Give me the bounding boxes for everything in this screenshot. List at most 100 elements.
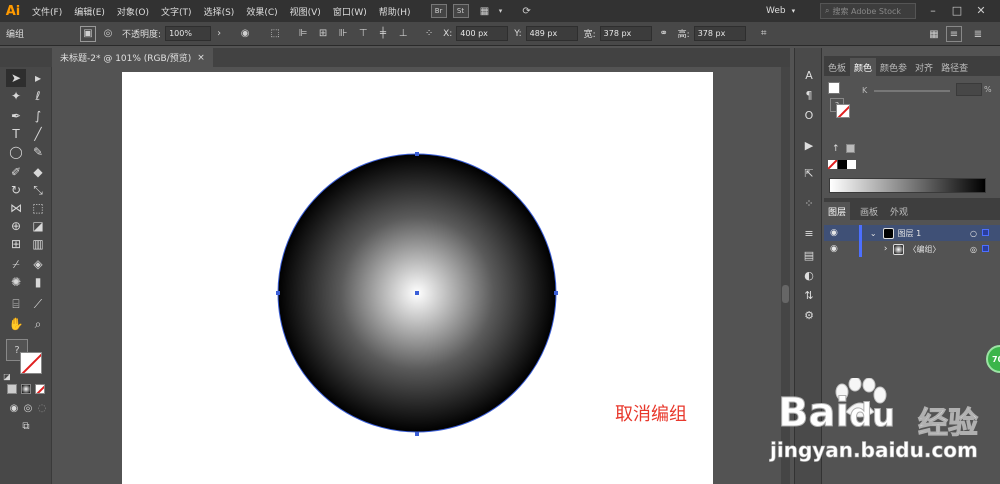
- artboard-tool-icon[interactable]: ⌸: [6, 295, 26, 313]
- tab-align[interactable]: 对齐: [911, 58, 937, 76]
- tab-appearance[interactable]: 外观: [886, 202, 912, 220]
- panel-menu-icon[interactable]: ≡: [946, 26, 962, 42]
- color-mode-button[interactable]: [7, 384, 17, 394]
- opacity-input[interactable]: 100%: [165, 26, 212, 41]
- align-right-icon[interactable]: ⊪: [335, 26, 351, 42]
- white-swatch[interactable]: [847, 160, 856, 169]
- rotate-tool-icon[interactable]: ↻: [6, 181, 26, 199]
- anchor-point-right[interactable]: [554, 291, 558, 295]
- stroke-swatch[interactable]: [20, 352, 42, 374]
- style-icon[interactable]: ◉: [237, 26, 253, 42]
- black-swatch[interactable]: [838, 160, 847, 169]
- symbol-sprayer-tool-icon[interactable]: ✺: [6, 273, 26, 291]
- chevron-right-icon[interactable]: ›: [884, 244, 888, 254]
- center-point[interactable]: [415, 291, 419, 295]
- chevron-right-icon[interactable]: ›: [211, 26, 227, 42]
- scale-tool-icon[interactable]: ⤡: [28, 181, 48, 199]
- chevron-down-icon[interactable]: ⌄: [870, 229, 877, 238]
- maximize-button[interactable]: □: [946, 0, 968, 20]
- align-bottom-icon[interactable]: ⊥: [395, 26, 411, 42]
- close-tab-icon[interactable]: ×: [197, 53, 205, 63]
- bridge-button[interactable]: Br: [430, 4, 447, 18]
- stroke-panel-icon[interactable]: ≡: [799, 224, 819, 242]
- color-spectrum-ramp[interactable]: [829, 178, 986, 193]
- symbols-panel-icon[interactable]: ⁘: [799, 194, 819, 212]
- eraser-tool-icon[interactable]: ◆: [28, 163, 48, 181]
- paragraph-panel-icon[interactable]: ¶: [799, 86, 819, 104]
- gamut-swatch[interactable]: [846, 144, 855, 153]
- selection-indicator[interactable]: [982, 229, 989, 236]
- scroll-thumb[interactable]: [782, 285, 789, 303]
- align-center-icon[interactable]: ⊞: [315, 26, 331, 42]
- menu-effect[interactable]: 效果(C): [240, 5, 283, 18]
- curvature-tool-icon[interactable]: ∫: [28, 107, 48, 125]
- pen-tool-icon[interactable]: ✒: [6, 107, 26, 125]
- arrange-documents-icon[interactable]: ▦: [477, 3, 493, 19]
- draw-inside-icon[interactable]: ◌: [32, 399, 52, 417]
- y-input[interactable]: 489 px: [525, 26, 578, 41]
- lasso-tool-icon[interactable]: ℓ: [28, 87, 48, 105]
- eye-icon[interactable]: ◉: [830, 244, 838, 254]
- screen-mode-icon[interactable]: ⧉: [16, 417, 36, 435]
- align-left-icon[interactable]: ⊫: [295, 26, 311, 42]
- tab-layers[interactable]: 图层: [824, 202, 851, 220]
- transparency-panel-icon[interactable]: ◐: [799, 266, 819, 284]
- tab-color-guide[interactable]: 颜色参: [876, 58, 911, 76]
- menu-select[interactable]: 选择(S): [198, 5, 241, 18]
- target-icon[interactable]: ○: [970, 229, 977, 238]
- links-panel-icon[interactable]: ⇅: [799, 286, 819, 304]
- menu-type[interactable]: 文字(T): [155, 5, 198, 18]
- width-tool-icon[interactable]: ⋈: [6, 199, 26, 217]
- artboard[interactable]: 取消编组: [122, 72, 713, 484]
- anchor-point-top[interactable]: [415, 152, 419, 156]
- gradient-mode-button[interactable]: [21, 384, 31, 394]
- isolate-group-icon[interactable]: ▣: [80, 25, 97, 42]
- width-input[interactable]: 378 px: [599, 26, 652, 41]
- slice-tool-icon[interactable]: ⟋: [28, 295, 48, 313]
- shaper-tool-icon[interactable]: ✐: [6, 163, 26, 181]
- hand-tool-icon[interactable]: ✋: [6, 315, 26, 333]
- chevron-down-icon[interactable]: ▾: [493, 3, 509, 19]
- eye-icon[interactable]: ◉: [830, 228, 838, 238]
- eyedropper-tool-icon[interactable]: ⌿: [6, 255, 26, 273]
- perspective-grid-tool-icon[interactable]: ⊞: [6, 235, 26, 253]
- type-tool-icon[interactable]: T: [6, 125, 26, 143]
- gradient-tool-icon[interactable]: ▥: [28, 235, 48, 253]
- link-icon[interactable]: ⚭: [656, 26, 672, 42]
- none-color-swatch[interactable]: [828, 160, 837, 169]
- layer-row[interactable]: ◉ ⌄ 图层 1 ○: [824, 225, 1000, 241]
- out-of-gamut-icon[interactable]: ↑: [832, 144, 840, 154]
- stock-search-input[interactable]: ⌕ 搜索 Adobe Stock: [820, 3, 916, 19]
- stock-button[interactable]: St: [452, 4, 469, 18]
- direct-selection-tool-icon[interactable]: ▸: [28, 69, 48, 87]
- character-panel-icon[interactable]: A: [799, 66, 819, 84]
- mini-fill-stroke[interactable]: [828, 82, 840, 94]
- selection-indicator[interactable]: [982, 245, 989, 252]
- actions-panel-icon[interactable]: ▶: [799, 136, 819, 154]
- tab-swatches[interactable]: 色板: [824, 58, 850, 76]
- tab-color[interactable]: 颜色: [850, 58, 877, 76]
- document-tab[interactable]: 未标题-2* @ 101% (RGB/预览) ×: [52, 48, 213, 67]
- tab-artboards[interactable]: 画板: [856, 202, 882, 220]
- selection-tool-icon[interactable]: ➤: [6, 69, 26, 87]
- more-icon[interactable]: ≣: [970, 26, 986, 42]
- align-top-icon[interactable]: ⊤: [355, 26, 371, 42]
- tab-pathfinder[interactable]: 路径查: [937, 58, 972, 76]
- menu-view[interactable]: 视图(V): [284, 5, 327, 18]
- transform-icon[interactable]: ⬚: [267, 26, 283, 42]
- shape-builder-tool-icon[interactable]: ⊕: [6, 217, 26, 235]
- stroke-none-swatch[interactable]: [836, 104, 850, 118]
- height-input[interactable]: 378 px: [693, 26, 746, 41]
- x-input[interactable]: 400 px: [456, 26, 509, 41]
- k-slider[interactable]: [874, 90, 950, 92]
- magic-wand-tool-icon[interactable]: ✦: [6, 87, 26, 105]
- align-middle-icon[interactable]: ╪: [375, 26, 391, 42]
- export-panel-icon[interactable]: ⇱: [799, 164, 819, 182]
- menu-window[interactable]: 窗口(W): [327, 5, 373, 18]
- arrange-icon[interactable]: ▦: [926, 26, 942, 42]
- close-window-button[interactable]: ✕: [970, 0, 992, 20]
- gradient-panel-icon[interactable]: ▤: [799, 246, 819, 264]
- blend-tool-icon[interactable]: ◈: [28, 255, 48, 273]
- anchor-point-left[interactable]: [276, 291, 280, 295]
- ellipse-tool-icon[interactable]: ◯: [6, 143, 26, 161]
